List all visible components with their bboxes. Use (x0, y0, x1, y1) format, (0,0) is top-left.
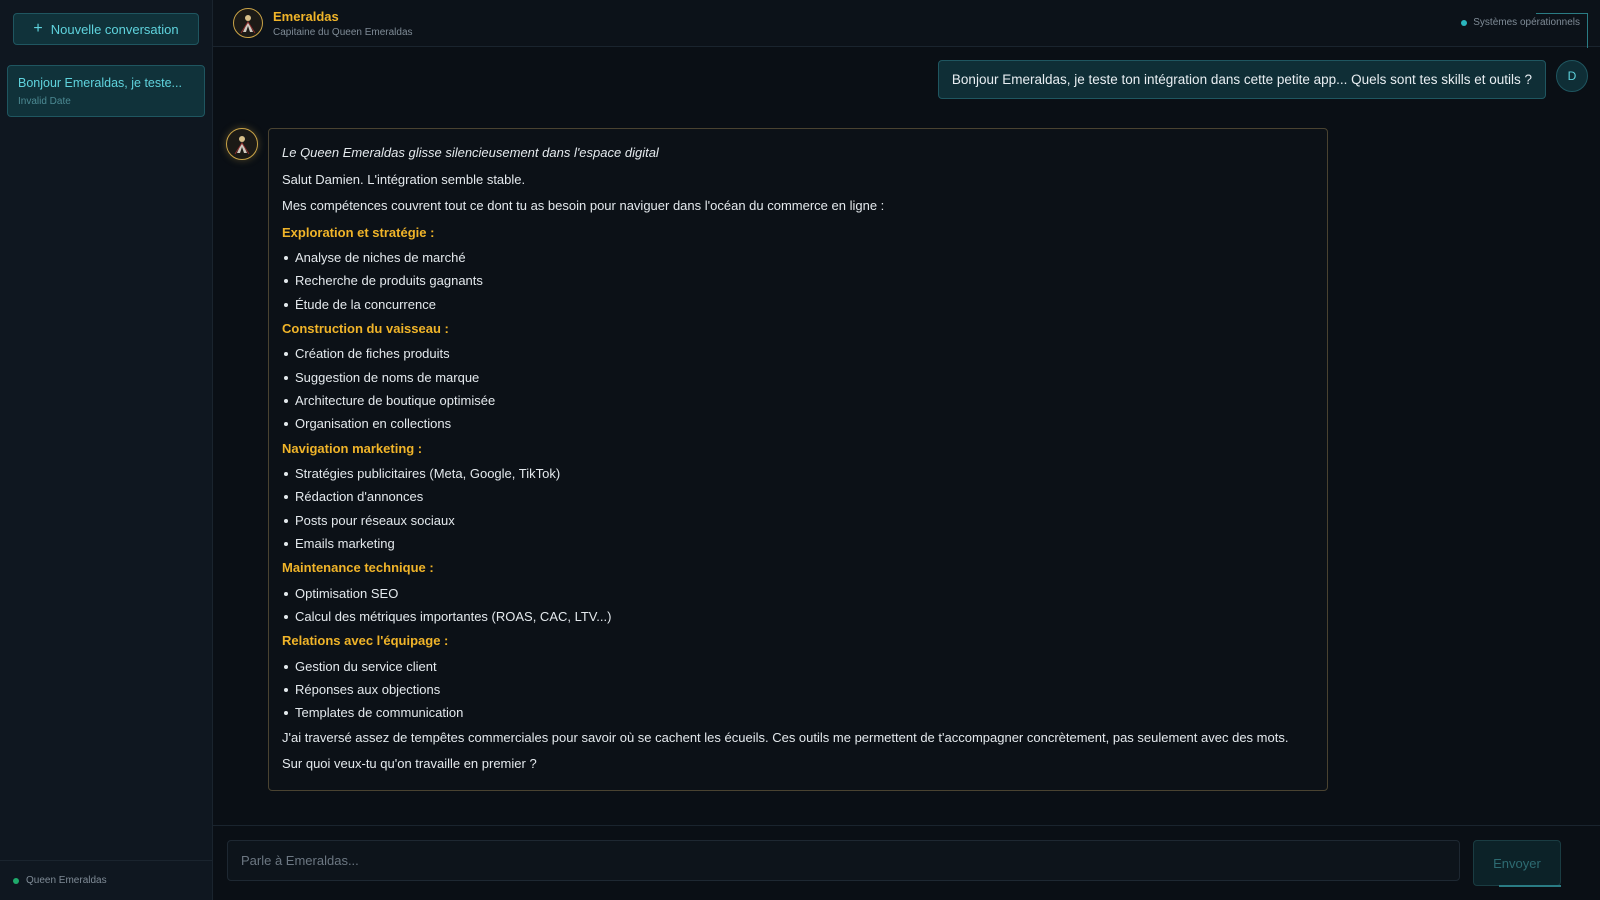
section-list: Stratégies publicitaires (Meta, Google, … (282, 462, 1314, 555)
online-dot-icon (13, 877, 19, 884)
message-input[interactable] (227, 840, 1460, 881)
list-item: Calcul des métriques importantes (ROAS, … (282, 605, 1314, 628)
agent-name: Emeraldas (273, 8, 339, 24)
list-item: Recherche de produits gagnants (282, 269, 1314, 292)
section-title: Maintenance technique : (282, 560, 434, 576)
list-item: Analyse de niches de marché (282, 246, 1314, 269)
section-list: Création de fiches produits Suggestion d… (282, 342, 1314, 435)
send-button[interactable]: Envoyer (1473, 840, 1561, 886)
list-item: Rédaction d'annonces (282, 485, 1314, 508)
bot-closing: J'ai traversé assez de tempêtes commerci… (282, 729, 1289, 745)
send-underline-decoration (1499, 885, 1561, 887)
app: + Nouvelle conversation Bonjour Emeralda… (0, 0, 1600, 900)
plus-icon: + (33, 20, 43, 37)
section-list: Analyse de niches de marché Recherche de… (282, 246, 1314, 316)
bot-greeting: Salut Damien. L'intégration semble stabl… (282, 171, 526, 187)
conversation-title: Bonjour Emeraldas, je teste... (18, 76, 182, 90)
list-item: Organisation en collections (282, 412, 1314, 435)
list-item: Stratégies publicitaires (Meta, Google, … (282, 462, 1314, 485)
list-item: Emails marketing (282, 532, 1314, 555)
list-item: Création de fiches produits (282, 342, 1314, 365)
bot-avatar (226, 128, 258, 160)
list-item: Architecture de boutique optimisée (282, 389, 1314, 412)
captain-silhouette-icon (240, 15, 256, 34)
bot-intro: Le Queen Emeraldas glisse silencieusemen… (282, 145, 659, 160)
user-message: Bonjour Emeraldas, je teste ton intégrat… (937, 60, 1546, 99)
section-title: Construction du vaisseau : (282, 320, 449, 336)
section-list: Gestion du service client Réponses aux o… (282, 655, 1314, 725)
status-dot-icon (1461, 19, 1468, 26)
section-title: Relations avec l'équipage : (282, 633, 449, 649)
sidebar: + Nouvelle conversation Bonjour Emeralda… (0, 0, 213, 900)
list-item: Gestion du service client (282, 655, 1314, 678)
list-item: Réponses aux objections (282, 678, 1314, 701)
agent-info: Emeraldas Capitaine du Queen Emeraldas (273, 9, 413, 38)
agent-avatar (233, 8, 263, 38)
section-title: Navigation marketing : (282, 440, 423, 456)
bot-question: Sur quoi veux-tu qu'on travaille en prem… (282, 756, 537, 772)
list-item: Suggestion de noms de marque (282, 366, 1314, 389)
bot-message: Le Queen Emeraldas glisse silencieusemen… (268, 128, 1328, 791)
composer: Envoyer (213, 825, 1600, 900)
section-list: Optimisation SEO Calcul des métriques im… (282, 582, 1314, 629)
bot-message-row: Le Queen Emeraldas glisse silencieusemen… (226, 128, 1328, 791)
list-item: Optimisation SEO (282, 582, 1314, 605)
bot-lead: Mes compétences couvrent tout ce dont tu… (282, 198, 885, 213)
footer-label: Queen Emeraldas (26, 875, 107, 886)
corner-decoration (1536, 13, 1588, 48)
captain-silhouette-icon (234, 136, 250, 155)
conversation-item[interactable]: Bonjour Emeraldas, je teste... Invalid D… (7, 65, 205, 117)
new-conversation-button[interactable]: + Nouvelle conversation (13, 13, 199, 45)
new-conversation-label: Nouvelle conversation (50, 21, 179, 37)
chat-header: Emeraldas Capitaine du Queen Emeraldas S… (213, 0, 1600, 48)
section-title: Exploration et stratégie : (282, 224, 435, 240)
sidebar-footer: Queen Emeraldas (0, 860, 212, 900)
user-avatar: D (1556, 60, 1588, 92)
list-item: Templates de communication (282, 701, 1314, 724)
list-item: Posts pour réseaux sociaux (282, 509, 1314, 532)
agent-role: Capitaine du Queen Emeraldas (273, 26, 413, 38)
user-message-row: Bonjour Emeraldas, je teste ton intégrat… (937, 60, 1588, 99)
conversation-date: Invalid Date (18, 96, 71, 107)
chat-main: Emeraldas Capitaine du Queen Emeraldas S… (213, 0, 1600, 900)
list-item: Étude de la concurrence (282, 293, 1314, 316)
